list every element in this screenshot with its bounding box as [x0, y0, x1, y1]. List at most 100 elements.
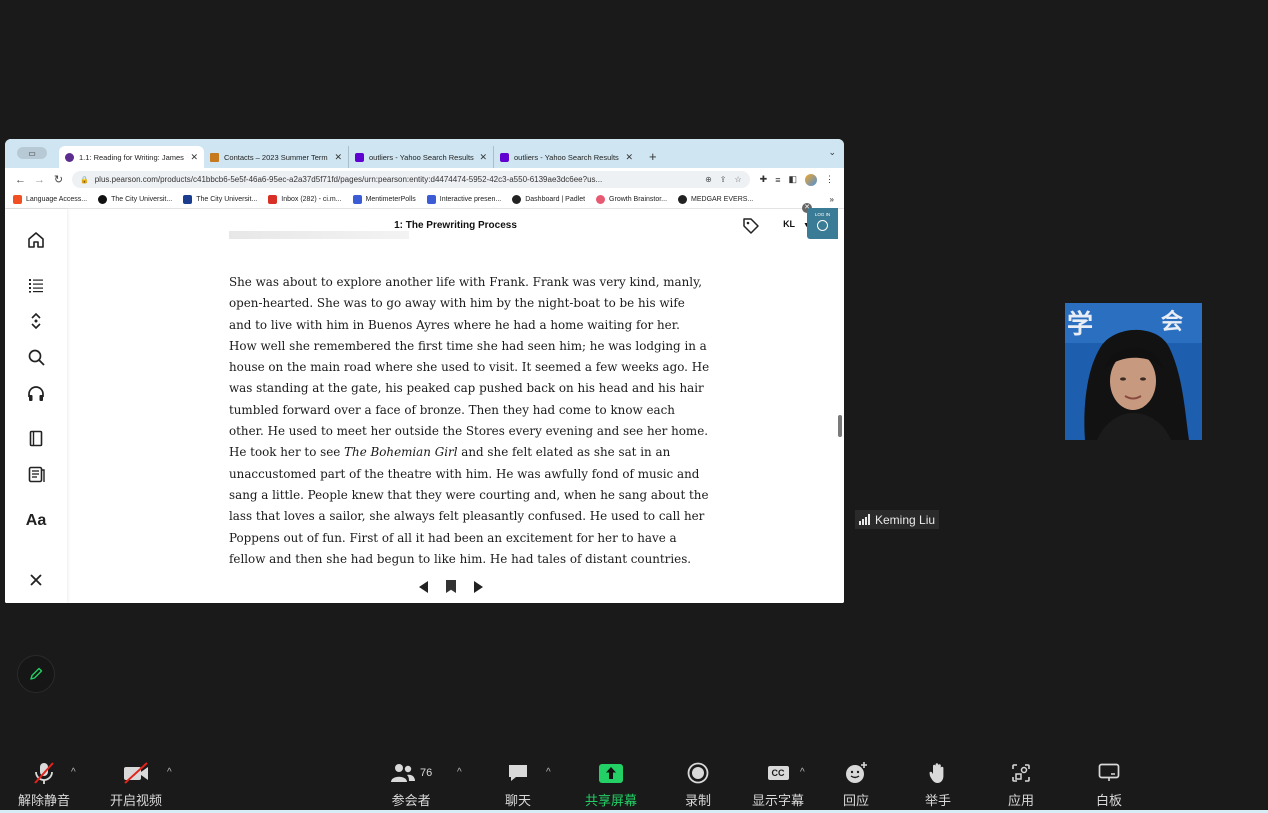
annotate-pencil-button[interactable] — [17, 655, 55, 693]
passage-line: Poppens out of fun. First of all it had … — [229, 530, 677, 545]
captions-button[interactable]: CC 显示字幕 — [752, 761, 804, 809]
tab-close-icon[interactable]: ✕ — [479, 152, 487, 163]
bookmark-item[interactable]: Language Access... — [13, 195, 87, 204]
login-widget[interactable]: LOG IN — [807, 208, 838, 239]
extensions-puzzle-icon[interactable]: ✚ — [760, 174, 768, 185]
bookmark-item[interactable]: The City Universit... — [183, 195, 257, 204]
whiteboard-button[interactable]: 白板 — [1096, 761, 1122, 809]
chat-button[interactable]: 聊天 — [505, 761, 531, 809]
forward-arrow-icon[interactable]: → — [30, 174, 49, 186]
previous-page-icon[interactable] — [419, 580, 428, 593]
svg-text:会: 会 — [1161, 309, 1183, 335]
login-widget-label: LOG IN — [814, 212, 831, 217]
video-options-chevron-icon[interactable]: ^ — [167, 767, 172, 778]
reactions-label: 回应 — [843, 793, 870, 808]
record-button[interactable]: 录制 — [685, 761, 711, 809]
record-label: 录制 — [685, 793, 712, 808]
tab-reading-for-writing[interactable]: 1.1: Reading for Writing: James ✕ — [59, 146, 204, 168]
user-menu[interactable]: KL▼ — [783, 219, 810, 229]
passage-line: sang a little. People knew that they wer… — [229, 487, 709, 502]
tab-close-icon[interactable]: ✕ — [625, 152, 633, 163]
bookmark-item[interactable]: MEDGAR EVERS... — [678, 195, 753, 204]
bookmark-star-icon[interactable]: ☆ — [735, 175, 742, 184]
raise-hand-button[interactable]: 举手 — [925, 761, 951, 809]
user-initials: KL — [783, 219, 796, 229]
bookmark-item[interactable]: Interactive presen... — [426, 195, 501, 204]
browser-menu-icon[interactable]: ⋮ — [825, 174, 834, 185]
passage-line: tumbled forward over a face of bronze. T… — [229, 402, 675, 417]
passage-line: He took her to see The Bohemian Girl and… — [229, 442, 681, 463]
study-cards-icon[interactable] — [25, 463, 47, 485]
reading-list-icon[interactable]: ≡ — [775, 175, 780, 185]
lock-icon: 🔒 — [80, 176, 89, 184]
tab-yahoo-outliers-2[interactable]: outliers - Yahoo Search Results ✕ — [494, 146, 639, 168]
back-arrow-icon[interactable]: ← — [11, 174, 30, 186]
bookmark-item[interactable]: Inbox (282) - ci.m... — [268, 195, 342, 204]
start-video-label: 开启视频 — [110, 793, 163, 808]
bookmark-label: The City Universit... — [196, 196, 258, 203]
participants-button[interactable]: 76 参会者 — [390, 761, 432, 809]
bookmark-item[interactable]: Growth Brainstor... — [596, 195, 667, 204]
share-screen-button[interactable]: 共享屏幕 — [585, 761, 637, 809]
microsoft-icon — [13, 195, 22, 204]
apps-button[interactable]: 应用 — [1008, 761, 1034, 809]
start-video-button[interactable]: 开启视频 — [110, 761, 162, 809]
audio-options-chevron-icon[interactable]: ^ — [71, 767, 76, 778]
pearson-favicon-icon — [65, 152, 74, 162]
tab-yahoo-outliers-1[interactable]: outliers - Yahoo Search Results ✕ — [349, 146, 494, 168]
bookmark-item[interactable]: The City Universit... — [98, 195, 172, 204]
bookmark-item[interactable]: Dashboard | Padlet — [512, 195, 585, 204]
tag-icon[interactable] — [742, 217, 760, 235]
passage-line: house on the main road where she used to… — [229, 360, 710, 375]
chat-options-chevron-icon[interactable]: ^ — [546, 767, 551, 778]
passage-line: She was about to explore another life wi… — [229, 275, 703, 289]
tab-close-icon[interactable]: ✕ — [334, 152, 342, 163]
tab-close-icon[interactable]: ✕ — [190, 152, 198, 163]
next-page-icon[interactable] — [474, 580, 483, 593]
scrollbar-thumb[interactable] — [838, 415, 842, 437]
yahoo-favicon-icon — [355, 152, 364, 162]
tab-list-chevron-icon[interactable]: ⌄ — [828, 147, 836, 158]
notebook-icon[interactable] — [25, 427, 47, 449]
reload-icon[interactable]: ↻ — [49, 173, 68, 186]
shared-browser-window: ▭ 1.1: Reading for Writing: James ✕ Cont… — [5, 139, 844, 603]
table-of-contents-icon[interactable] — [25, 274, 47, 296]
side-panel-icon[interactable]: ◧ — [788, 174, 797, 185]
tab-contacts[interactable]: Contacts – 2023 Summer Term ✕ — [204, 146, 349, 168]
participant-video-image: 学 会 — [1065, 303, 1202, 440]
passage-line: was standing at the gate, his peaked cap… — [229, 381, 704, 396]
reactions-button[interactable]: 回应 — [843, 761, 869, 809]
cuny-icon — [98, 195, 108, 204]
hand-icon — [928, 761, 948, 785]
new-tab-plus-icon[interactable]: + — [649, 149, 657, 164]
participant-video[interactable]: 学 会 — [1065, 303, 1202, 440]
unmute-button[interactable]: 解除静音 — [18, 761, 70, 809]
share-icon[interactable]: ⇪ — [720, 175, 727, 184]
text-size-icon[interactable]: Aa — [25, 510, 47, 532]
tab-title: 1.1: Reading for Writing: James — [79, 152, 184, 162]
expand-collapse-icon[interactable] — [25, 310, 47, 332]
passage-line: other. He used to meet her outside the S… — [229, 424, 709, 439]
cc-badge: CC — [767, 766, 789, 780]
profile-avatar-icon[interactable] — [805, 173, 817, 186]
passage-text: and she felt elated as she sat in an — [457, 445, 671, 460]
bookmarks-overflow-icon[interactable]: » — [830, 195, 834, 204]
headphones-audio-icon[interactable] — [25, 382, 47, 404]
tab-title: outliers - Yahoo Search Results — [514, 152, 619, 162]
chat-label: 聊天 — [505, 793, 532, 808]
bookmark-item[interactable]: MentimeterPolls — [352, 195, 416, 204]
brain-icon — [596, 195, 606, 204]
bookmark-page-icon[interactable] — [446, 580, 456, 593]
home-icon[interactable] — [25, 229, 47, 251]
book-title-italic: The Bohemian Girl — [344, 445, 458, 460]
url-input[interactable]: 🔒 plus.pearson.com/products/c41bbcb6-5e5… — [72, 171, 750, 188]
tab-title: outliers - Yahoo Search Results — [369, 152, 474, 162]
bookmark-label: Inbox (282) - ci.m... — [281, 196, 342, 203]
tab-search-icon[interactable]: ▭ — [17, 147, 47, 159]
whiteboard-icon — [1098, 761, 1120, 785]
zoom-lens-icon[interactable]: ⊕ — [705, 175, 712, 184]
participants-options-chevron-icon[interactable]: ^ — [457, 767, 462, 778]
captions-options-chevron-icon[interactable]: ^ — [800, 767, 805, 778]
close-icon[interactable] — [25, 569, 47, 591]
search-icon[interactable] — [25, 346, 47, 368]
